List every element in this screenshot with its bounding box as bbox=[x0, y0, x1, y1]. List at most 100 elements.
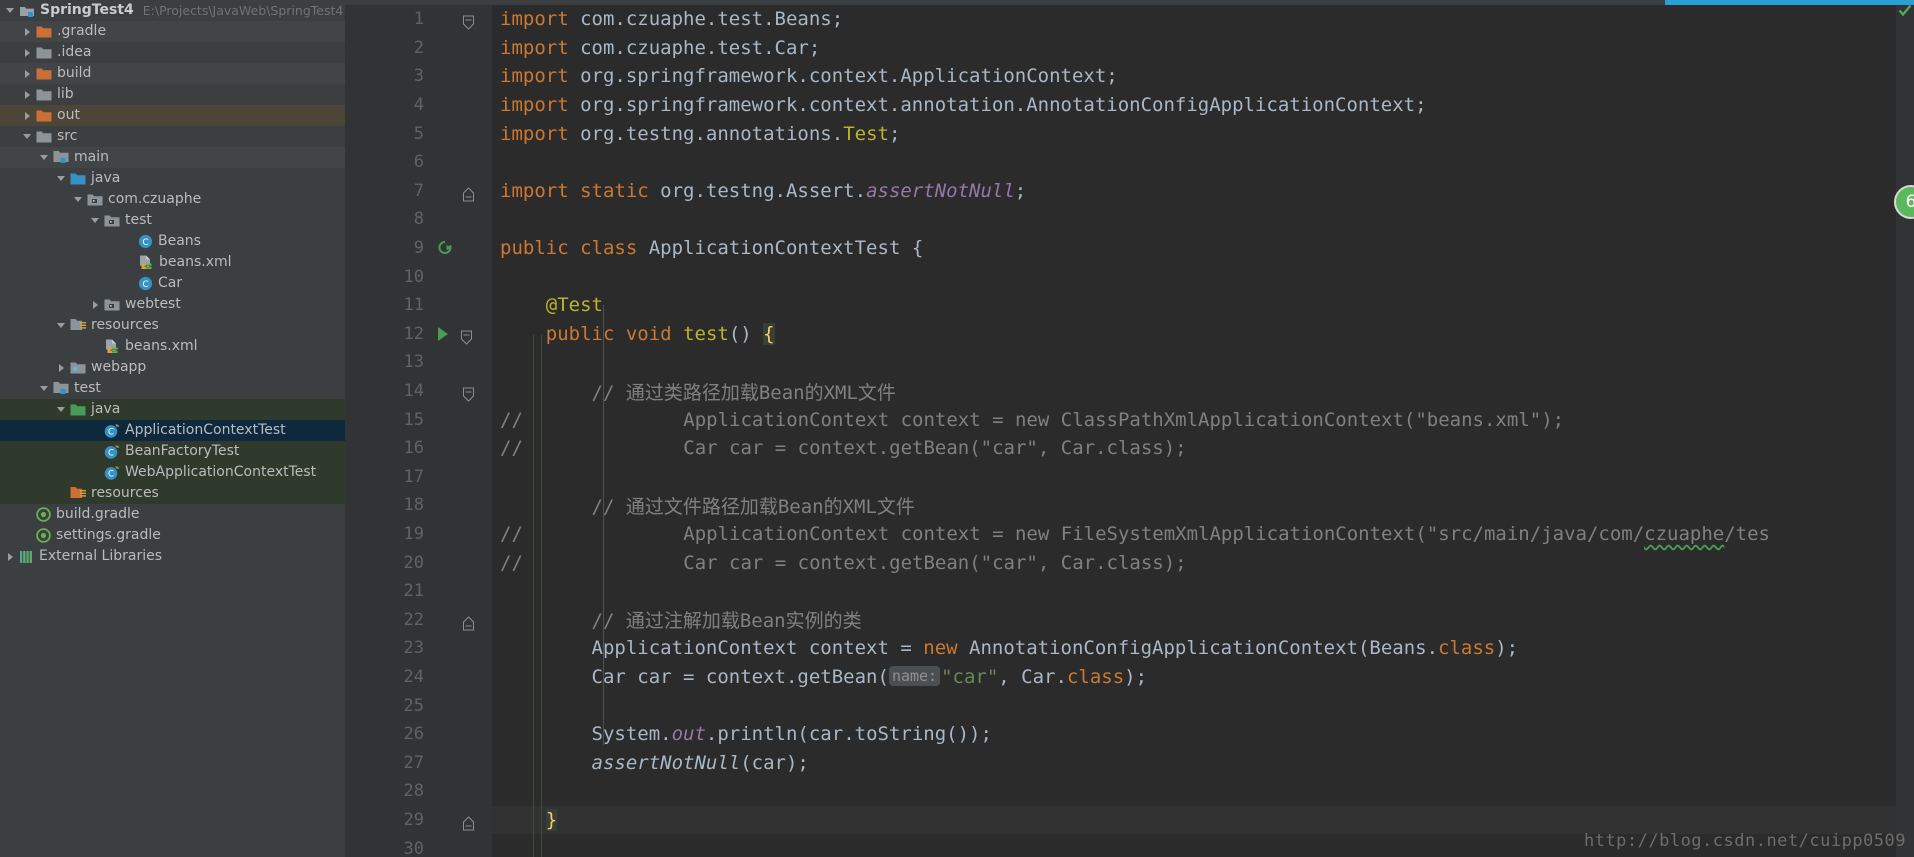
code-line[interactable]: 30 bbox=[345, 834, 1914, 857]
code-line-text[interactable]: @Test bbox=[492, 291, 1914, 320]
code-line[interactable]: 4 import org.springframework.context.anno… bbox=[345, 90, 1914, 120]
tree-item-resources[interactable]: resources bbox=[0, 483, 345, 504]
line-number-gutter[interactable]: 1 bbox=[345, 5, 430, 34]
code-line-text[interactable]: import static org.testng.Assert. assertNo… bbox=[492, 177, 1914, 206]
code-line[interactable]: 3 import org.springframework.context.Appl… bbox=[345, 62, 1914, 91]
line-number-gutter[interactable]: 2 bbox=[345, 33, 430, 63]
line-number-gutter[interactable]: 28 bbox=[345, 777, 430, 806]
line-number-gutter[interactable]: 24 bbox=[345, 662, 430, 692]
code-line[interactable]: 19 // ApplicationContext context = new Fi… bbox=[345, 519, 1914, 549]
code-line[interactable]: 24 Car car = context.getBean(name: "car",… bbox=[345, 662, 1914, 692]
tree-item--idea[interactable]: .idea bbox=[0, 42, 345, 63]
run-method-icon[interactable] bbox=[438, 326, 448, 341]
gutter-markers[interactable] bbox=[430, 33, 492, 63]
code-line[interactable]: 27 assertNotNull (car); bbox=[345, 748, 1914, 778]
gutter-markers[interactable] bbox=[430, 262, 492, 291]
code-line[interactable]: 8 bbox=[345, 205, 1914, 234]
tree-item-test[interactable]: test bbox=[0, 378, 345, 399]
tree-item-beanfactorytest[interactable]: C BeanFactoryTest bbox=[0, 441, 345, 462]
code-line-text[interactable] bbox=[492, 777, 1914, 806]
gutter-markers[interactable] bbox=[430, 662, 492, 692]
code-line[interactable]: 17 bbox=[345, 462, 1914, 492]
gutter-markers[interactable] bbox=[430, 119, 492, 148]
line-number-gutter[interactable]: 18 bbox=[345, 491, 430, 520]
code-line-text[interactable]: // 通过文件路径加载Bean的XML文件 bbox=[492, 491, 1914, 520]
code-line[interactable]: 16 // Car car = context.getBean("car", Ca… bbox=[345, 433, 1914, 463]
gutter-markers[interactable] bbox=[430, 90, 492, 120]
code-line[interactable]: 1 import com.czuaphe.test.Beans; bbox=[345, 5, 1914, 34]
line-number-gutter[interactable]: 20 bbox=[345, 548, 430, 577]
line-number-gutter[interactable]: 17 bbox=[345, 462, 430, 492]
gutter-markers[interactable] bbox=[430, 519, 492, 549]
chevron-down-icon[interactable] bbox=[72, 193, 85, 206]
tree-item-settings-gradle[interactable]: settings.gradle bbox=[0, 525, 345, 546]
code-line[interactable]: 5 import org.testng.annotations. Test; bbox=[345, 119, 1914, 148]
line-number-gutter[interactable]: 3 bbox=[345, 62, 430, 91]
chevron-down-icon[interactable] bbox=[55, 319, 68, 332]
gutter-markers[interactable] bbox=[430, 748, 492, 778]
code-line[interactable]: 26 System. out .println(car.toString()); bbox=[345, 719, 1914, 749]
line-number-gutter[interactable]: 19 bbox=[345, 519, 430, 549]
code-line[interactable]: 21 bbox=[345, 576, 1914, 606]
tree-item-resources[interactable]: resources bbox=[0, 315, 345, 336]
code-line-text[interactable]: assertNotNull (car); bbox=[492, 748, 1914, 777]
line-number-gutter[interactable]: 22 bbox=[345, 605, 430, 635]
code-line[interactable]: 13 bbox=[345, 348, 1914, 377]
tree-item-java[interactable]: java bbox=[0, 399, 345, 420]
code-line-text[interactable] bbox=[492, 834, 1914, 857]
code-line-text[interactable]: // 通过注解加载Bean实例的类 bbox=[492, 605, 1914, 634]
line-number-gutter[interactable]: 12 bbox=[345, 319, 430, 349]
chevron-right-icon[interactable] bbox=[4, 550, 17, 563]
tree-item-webtest[interactable]: webtest bbox=[0, 294, 345, 315]
chevron-down-icon[interactable] bbox=[55, 403, 68, 416]
tree-item-beans-xml[interactable]: <> beans.xml bbox=[0, 252, 345, 273]
chevron-right-icon[interactable] bbox=[55, 361, 68, 374]
tree-item-beans-xml[interactable]: <> beans.xml bbox=[0, 336, 345, 357]
code-line-text[interactable] bbox=[492, 463, 1914, 492]
tree-item-build[interactable]: build bbox=[0, 63, 345, 84]
code-line-text[interactable]: import com.czuaphe.test.Beans; bbox=[492, 5, 1914, 34]
chevron-right-icon[interactable] bbox=[89, 298, 102, 311]
chevron-right-icon[interactable] bbox=[21, 67, 34, 80]
code-line-text[interactable] bbox=[492, 262, 1914, 291]
chevron-right-icon[interactable] bbox=[21, 46, 34, 59]
tree-item-car[interactable]: C Car bbox=[0, 273, 345, 294]
gutter-markers[interactable] bbox=[430, 576, 492, 606]
line-number-gutter[interactable]: 27 bbox=[345, 748, 430, 778]
code-line[interactable]: 18 // 通过文件路径加载Bean的XML文件 bbox=[345, 491, 1914, 520]
code-line[interactable]: 28 bbox=[345, 777, 1914, 806]
line-number-gutter[interactable]: 16 bbox=[345, 433, 430, 463]
chevron-down-icon[interactable] bbox=[38, 151, 51, 164]
code-line-text[interactable]: Car car = context.getBean(name: "car", Ca… bbox=[492, 663, 1914, 692]
code-line-text[interactable]: System. out .println(car.toString()); bbox=[492, 720, 1914, 749]
gutter-markers[interactable] bbox=[430, 719, 492, 749]
gutter-markers[interactable] bbox=[430, 433, 492, 463]
code-line[interactable]: 11 @Test bbox=[345, 290, 1914, 320]
code-line[interactable]: 2 import com.czuaphe.test.Car; bbox=[345, 33, 1914, 63]
line-number-gutter[interactable]: 6 bbox=[345, 147, 430, 177]
line-number-gutter[interactable]: 4 bbox=[345, 90, 430, 120]
gutter-markers[interactable] bbox=[430, 605, 492, 635]
gutter-markers[interactable] bbox=[430, 805, 492, 835]
code-line-text[interactable]: ApplicationContext context = new Annotat… bbox=[492, 634, 1914, 663]
chevron-down-icon[interactable] bbox=[38, 382, 51, 395]
chevron-down-icon[interactable] bbox=[21, 130, 34, 143]
line-number-gutter[interactable]: 15 bbox=[345, 405, 430, 434]
code-line-text[interactable] bbox=[492, 205, 1914, 234]
code-line[interactable]: 7 import static org.testng.Assert. assertN… bbox=[345, 176, 1914, 206]
fold-collapse-icon[interactable] bbox=[463, 13, 474, 31]
code-line[interactable]: 9 public class ApplicationContextTest { bbox=[345, 233, 1914, 263]
inspection-ok-icon[interactable] bbox=[1898, 3, 1912, 17]
code-line-text[interactable]: import com.czuaphe.test.Car; bbox=[492, 34, 1914, 63]
code-line-text[interactable]: import org.springframework.context.annot… bbox=[492, 91, 1914, 120]
editor-pane[interactable]: 1 import com.czuaphe.test.Beans; 2 import c… bbox=[345, 0, 1914, 857]
tree-item-com-czuaphe[interactable]: com.czuaphe bbox=[0, 189, 345, 210]
code-line[interactable]: 29 } bbox=[345, 805, 1914, 835]
code-line[interactable]: 14 // 通过类路径加载Bean的XML文件 bbox=[345, 376, 1914, 406]
gutter-markers[interactable] bbox=[430, 834, 492, 857]
gutter-markers[interactable] bbox=[430, 405, 492, 434]
gutter-markers[interactable] bbox=[430, 176, 492, 206]
tree-item--gradle[interactable]: .gradle bbox=[0, 21, 345, 42]
code-line[interactable]: 20 // Car car = context.getBean("car", Ca… bbox=[345, 548, 1914, 577]
code-line[interactable]: 12 public void test() { bbox=[345, 319, 1914, 349]
